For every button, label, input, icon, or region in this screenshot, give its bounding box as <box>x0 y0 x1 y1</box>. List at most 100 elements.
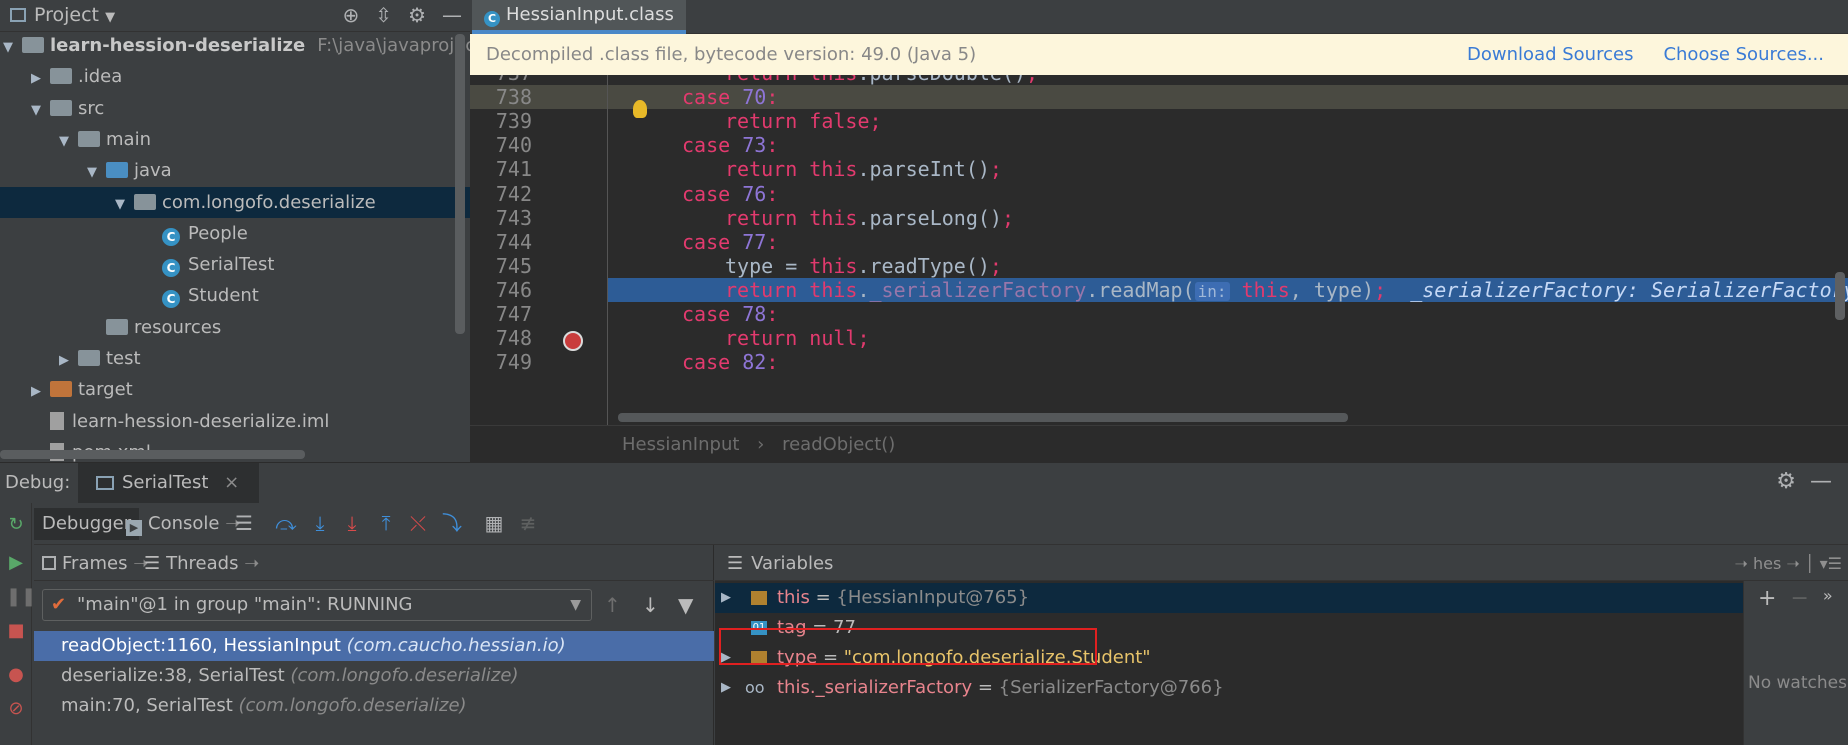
code-text: return this.parseLong(); <box>725 206 1014 230</box>
view-breakpoints-icon[interactable]: ● <box>6 665 26 685</box>
tree-item[interactable]: ▶ test <box>0 343 470 374</box>
breakpoint-icon[interactable] <box>563 331 583 351</box>
resume-icon[interactable]: ▶ <box>6 553 26 573</box>
variable-row[interactable]: ▶ this = {HessianInput@765} <box>715 583 1743 613</box>
tree-item-label: src <box>78 97 105 119</box>
locate-icon[interactable]: ⊕ <box>343 3 360 27</box>
code-token: this <box>809 75 857 85</box>
tab-console[interactable]: ▶ Console ➝ <box>118 508 248 540</box>
code-line[interactable]: 740 case 73: <box>470 133 1848 157</box>
chevron-down-icon[interactable]: ▼ <box>84 157 100 188</box>
choose-sources-link[interactable]: Choose Sources... <box>1663 34 1824 75</box>
project-horizontal-scrollbar[interactable] <box>0 450 305 459</box>
drop-frame-icon[interactable]: ⤬ <box>406 511 430 535</box>
code-line[interactable]: 742 case 76: <box>470 182 1848 206</box>
variables-options[interactable]: ➝ hes ➝ │ ▾☰ <box>1735 550 1843 578</box>
chevron-right-icon[interactable]: ▶ <box>28 63 44 94</box>
tree-item[interactable]: ▼ java <box>0 155 470 186</box>
code-token: case <box>682 181 731 206</box>
editor-tab-hessianinput[interactable]: C HessianInput.class <box>472 0 686 34</box>
code-line[interactable]: 737 return this.parseDouble(); <box>470 75 1848 85</box>
remove-watch-icon[interactable]: − <box>1790 586 1808 611</box>
tab-threads[interactable]: ☰ Threads ➝ <box>144 550 259 578</box>
chevron-right-icon[interactable]: ▶ <box>721 583 731 613</box>
gear-icon[interactable]: ⚙ <box>408 3 426 27</box>
tree-item[interactable]: learn-hession-deserialize.iml <box>0 406 470 437</box>
code-line[interactable]: 738 case 70: <box>470 85 1848 110</box>
tree-item[interactable]: ▼ com.longofo.deserialize <box>0 186 470 220</box>
code-line[interactable]: 745 type = this.readType(); <box>470 254 1848 278</box>
breadcrumb-class[interactable]: HessianInput <box>622 434 739 455</box>
stop-icon[interactable]: ■ <box>6 621 26 641</box>
trace-icon[interactable]: ≢ <box>516 511 540 535</box>
download-sources-link[interactable]: Download Sources <box>1467 34 1633 75</box>
project-view-selector[interactable]: Project ▼ <box>10 4 115 26</box>
editor-vertical-scrollbar[interactable] <box>1835 272 1845 320</box>
tree-item[interactable]: C SerialTest <box>0 249 470 280</box>
force-step-into-icon[interactable]: ⤓ <box>340 511 364 535</box>
code-line[interactable]: 739 return false; <box>470 109 1848 133</box>
minimize-icon[interactable]: — <box>442 3 462 27</box>
rerun-icon[interactable]: ↻ <box>6 515 26 535</box>
show-execution-point-icon[interactable]: ☰ <box>232 511 256 535</box>
tree-item[interactable]: C People <box>0 218 470 249</box>
pause-icon[interactable]: ❚❚ <box>6 587 36 607</box>
tree-item[interactable]: ▶ .idea <box>0 61 470 92</box>
tree-item[interactable]: resources <box>0 312 470 343</box>
chevron-right-icon[interactable]: ▶ <box>28 376 44 407</box>
folder-icon <box>50 68 72 85</box>
code-token: this <box>809 205 858 230</box>
gear-icon[interactable]: ⚙ <box>1776 469 1796 494</box>
code-area[interactable]: 737return this.parseDouble();738case 70:… <box>470 75 1848 425</box>
chevron-down-icon[interactable]: ▼ <box>56 126 72 157</box>
variable-row[interactable]: ▶ oo this._serializerFactory = {Serializer… <box>715 673 1743 703</box>
code-token: : <box>766 350 779 375</box>
step-into-icon[interactable]: ⤓ <box>308 511 332 535</box>
code-text: return this._serializerFactory.readMap(i… <box>725 278 1848 304</box>
tree-item[interactable]: ▶ target <box>0 374 470 405</box>
tree-item[interactable]: ▼ src <box>0 93 470 124</box>
chevron-right-icon[interactable]: ▶ <box>56 345 72 376</box>
project-scrollbar[interactable] <box>455 34 465 334</box>
mute-breakpoints-icon[interactable]: ⊘ <box>6 699 26 719</box>
debug-session-tab[interactable]: SerialTest × <box>78 463 260 503</box>
tab-frames[interactable]: Frames ➝ <box>42 550 148 578</box>
code-line[interactable]: 749 case 82: <box>470 350 1848 374</box>
editor-tab-bar: C HessianInput.class <box>470 0 1848 34</box>
chevron-down-icon[interactable]: ▼ <box>112 189 128 220</box>
breadcrumb-method[interactable]: readObject() <box>782 434 895 455</box>
code-line[interactable]: 743 return this.parseLong(); <box>470 206 1848 230</box>
filter-icon[interactable]: ▼ <box>678 593 693 617</box>
thread-selector[interactable]: ✔ "main"@1 in group "main": RUNNING ▼ <box>42 589 592 621</box>
collapse-all-icon[interactable]: ⇳ <box>375 3 392 27</box>
run-to-cursor-icon[interactable]: ⤵ <box>440 511 464 535</box>
frame-row[interactable]: readObject:1160, HessianInput (com.cauch… <box>34 631 714 661</box>
code-line[interactable]: 741 return this.parseInt(); <box>470 157 1848 181</box>
tree-item[interactable]: ▼ main <box>0 124 470 155</box>
code-line[interactable]: 747 case 78: <box>470 302 1848 326</box>
arrow-up-icon[interactable]: ↑ <box>604 593 621 617</box>
chevron-right-icon[interactable]: ▶ <box>721 673 731 703</box>
tree-item-label: com.longofo.deserialize <box>162 191 376 213</box>
code-line[interactable]: 748 return null; <box>470 326 1848 350</box>
minimize-icon[interactable]: — <box>1810 469 1832 494</box>
frame-row[interactable]: main:70, SerialTest (com.longofo.deseria… <box>34 691 714 721</box>
tree-item[interactable]: ▼ learn-hession-deserialize F:\java\javapr… <box>0 30 470 61</box>
arrow-down-icon[interactable]: ↓ <box>642 593 659 617</box>
tree-item[interactable]: C Student <box>0 280 470 311</box>
lightbulb-icon[interactable] <box>633 100 647 118</box>
chevron-down-icon[interactable]: ▼ <box>28 95 44 126</box>
frame-row[interactable]: deserialize:38, SerialTest (com.longofo.… <box>34 661 714 691</box>
code-line[interactable]: 744 case 77: <box>470 230 1848 254</box>
code-line[interactable]: 746 return this._serializerFactory.readMa… <box>470 277 1848 304</box>
more-icon[interactable]: » <box>1823 586 1833 611</box>
step-over-icon[interactable]: ⤼ <box>274 511 298 535</box>
add-watch-icon[interactable]: + <box>1758 586 1776 611</box>
close-tab-icon[interactable]: × <box>224 472 239 493</box>
editor-horizontal-scrollbar[interactable] <box>618 413 1348 422</box>
chevron-down-icon[interactable]: ▼ <box>0 32 16 63</box>
evaluate-expression-icon[interactable]: ▦ <box>482 511 506 535</box>
step-out-icon[interactable]: ⤒ <box>374 511 398 535</box>
